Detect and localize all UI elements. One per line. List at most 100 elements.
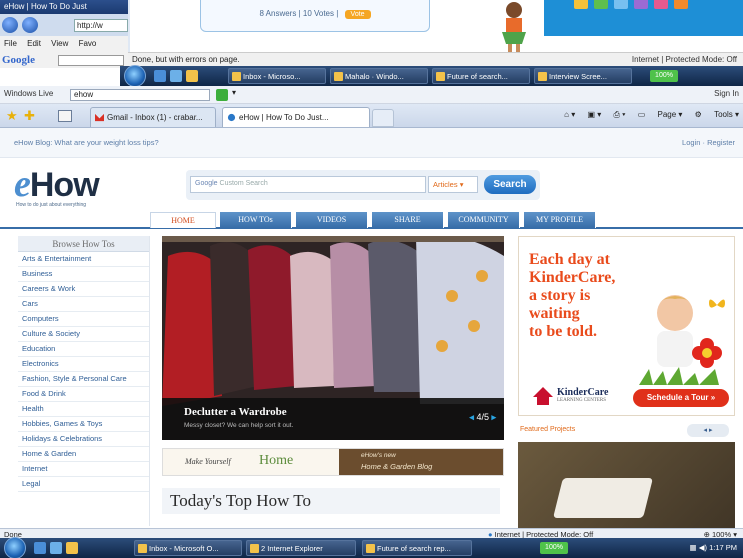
background-window-title[interactable]: eHow | How To Do Just [0,0,128,14]
ehow-logo[interactable]: eHow How to do just about everything [14,162,134,212]
share-icon[interactable] [654,0,668,9]
background-status-text: Done, but with errors on page. [132,55,240,64]
tab-gmail[interactable]: Gmail - Inbox (1) - crabar... [90,107,216,127]
sign-in-link[interactable]: Sign In [714,89,739,98]
quicklaunch-icon[interactable] [170,70,182,82]
home-icon[interactable]: ⌂ ▾ [564,110,575,119]
featured-image[interactable] [518,442,735,528]
share-icon[interactable] [634,0,648,9]
tools-menu[interactable]: ⚙ Tools ▾ [695,110,739,119]
sidebar-item-careers[interactable]: Careers & Work [18,282,149,297]
menu-favorites[interactable]: Favo [79,39,97,48]
quick-tabs-icon[interactable] [58,110,72,122]
quicklaunch-icon[interactable] [34,542,46,554]
home-garden-banner[interactable]: Make Yourself Home eHow's new Home & Gar… [162,448,504,476]
nav-community[interactable]: COMMUNITY [448,212,520,228]
login-register-link[interactable]: Login · Register [682,138,735,147]
battery-indicator[interactable]: 100% [650,70,678,82]
banner-right: eHow's new Home & Garden Blog [339,449,503,475]
chevron-down-icon: ▾ [459,180,464,189]
battery-indicator[interactable]: 100% [540,542,568,554]
taskbar-button[interactable]: Interview Scree... [534,68,632,84]
clock[interactable]: 1:17 PM [709,543,737,552]
taskbar-button[interactable]: Inbox - Microso... [228,68,326,84]
print-icon[interactable]: ⎙ ▾ [613,110,625,119]
sidebar-item-food[interactable]: Food & Drink [18,387,149,402]
sidebar-item-health[interactable]: Health [18,402,149,417]
sidebar-item-holidays[interactable]: Holidays & Celebrations [18,432,149,447]
ad-line: a story is [529,287,591,304]
quicklaunch-icon[interactable] [154,70,166,82]
sidebar-item-arts[interactable]: Arts & Entertainment [18,252,149,267]
top-strip: eHow Blog: What are your weight loss tip… [0,128,743,158]
sidebar-item-legal[interactable]: Legal [18,477,149,492]
quicklaunch-icon[interactable] [186,70,198,82]
nav-how-tos[interactable]: HOW TOs [220,212,292,228]
share-icon[interactable] [594,0,608,9]
sidebar-item-education[interactable]: Education [18,342,149,357]
windows-live-search-input[interactable]: ehow [70,89,210,101]
hero-caption: Declutter a Wardrobe Messy closet? We ca… [162,398,504,440]
taskbar-button[interactable]: Mahalo · Windo... [330,68,428,84]
search-button[interactable]: Search [484,175,536,194]
forward-icon[interactable] [22,17,38,33]
sidebar-item-cars[interactable]: Cars [18,297,149,312]
browse-sidebar: Browse How Tos Arts & Entertainment Busi… [18,236,150,526]
share-icon[interactable] [674,0,688,9]
hero-pager[interactable]: ◂ 4/5 ▸ [469,412,496,423]
sidebar-item-electronics[interactable]: Electronics [18,357,149,372]
nav-share[interactable]: SHARE [372,212,444,228]
quicklaunch-icon[interactable] [50,542,62,554]
featured-nav-arrows[interactable]: ◂ ▸ [687,424,729,437]
network-icon[interactable]: ▦ [690,543,697,552]
new-tab-button[interactable] [372,109,394,127]
blog-link[interactable]: eHow Blog: What are your weight loss tip… [14,138,159,147]
favorites-star-icon[interactable]: ★ [6,108,18,124]
logo-tagline: How to do just about everything [16,202,87,208]
taskbar-button-ie[interactable]: 2 Internet Explorer [246,540,356,556]
hero-title[interactable]: Declutter a Wardrobe [184,406,287,418]
sidebar-item-business[interactable]: Business [18,267,149,282]
taskbar-button[interactable]: Future of search... [432,68,530,84]
featured-label: Featured Projects [520,426,576,433]
tools-menu-label: Tools [714,110,733,119]
menu-view[interactable]: View [51,39,68,48]
quicklaunch-icon[interactable] [66,542,78,554]
start-orb-icon[interactable] [4,537,26,558]
sidebar-item-home-garden[interactable]: Home & Garden [18,447,149,462]
sidebar-item-culture[interactable]: Culture & Society [18,327,149,342]
page-menu[interactable]: ▭ Page ▾ [638,110,683,119]
banner-right-line1: eHow's new [361,452,396,459]
search-input[interactable]: Google Custom Search [190,176,426,193]
search-scope-select[interactable]: Articles ▾ [428,176,478,193]
sidebar-item-fashion[interactable]: Fashion, Style & Personal Care [18,372,149,387]
vote-button[interactable]: Vote [344,10,371,19]
chevron-down-icon[interactable]: ▾ [232,88,236,97]
menu-edit[interactable]: Edit [27,39,41,48]
schedule-tour-button[interactable]: Schedule a Tour » [633,389,729,407]
sidebar-item-hobbies[interactable]: Hobbies, Games & Toys [18,417,149,432]
nav-my-profile[interactable]: MY PROFILE [524,212,596,228]
back-icon[interactable] [2,17,18,33]
taskbar-button[interactable]: Inbox - Microsoft O... [134,540,242,556]
search-go-icon[interactable] [216,89,228,101]
tab-ehow[interactable]: eHow | How To Do Just... [222,107,370,127]
kindercare-brand: KinderCare LEARNING CENTERS [557,387,608,403]
menu-file[interactable]: File [4,39,17,48]
kindercare-ad[interactable]: Each day at KinderCare, a story is waiti… [518,236,735,416]
nav-videos[interactable]: VIDEOS [296,212,368,228]
prev-arrow-icon[interactable]: ◂ [469,412,474,422]
sidebar-item-computers[interactable]: Computers [18,312,149,327]
nav-home[interactable]: HOME [150,212,216,228]
start-orb-icon[interactable] [124,65,146,87]
feeds-icon[interactable]: ▣ ▾ [587,110,601,119]
share-icon[interactable] [614,0,628,9]
background-address-bar[interactable]: http://w [74,19,128,32]
add-favorites-icon[interactable]: ✚ [24,108,35,124]
share-icon[interactable] [574,0,588,9]
sidebar-item-internet[interactable]: Internet [18,462,149,477]
google-search-input[interactable] [58,55,124,66]
volume-icon[interactable]: ◀) [699,543,707,552]
next-arrow-icon[interactable]: ▸ [491,412,496,422]
taskbar-button[interactable]: Future of search rep... [362,540,472,556]
